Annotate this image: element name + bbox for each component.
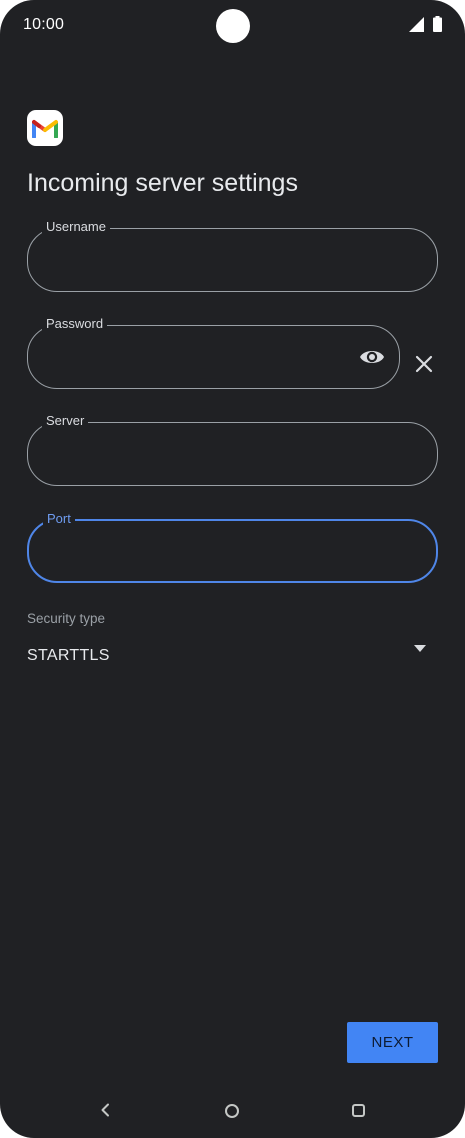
status-bar: 10:00: [0, 0, 465, 52]
page-title: Incoming server settings: [27, 169, 298, 197]
security-type-label: Security type: [27, 611, 106, 626]
port-field[interactable]: Port: [27, 510, 438, 583]
security-type-select[interactable]: STARTTLS: [27, 647, 110, 665]
server-label: Server: [42, 412, 89, 430]
arrow-drop-down-icon[interactable]: [414, 645, 426, 653]
port-label: Port: [43, 510, 75, 528]
battery-icon: [433, 16, 442, 32]
signal-icon: [409, 17, 424, 32]
next-button[interactable]: NEXT: [347, 1022, 438, 1063]
username-field[interactable]: Username: [27, 218, 438, 292]
status-time: 10:00: [23, 16, 65, 33]
camera-cutout: [216, 9, 250, 43]
recents-icon[interactable]: [352, 1104, 365, 1117]
phone-screen: 10:00 Incoming server settings Username …: [0, 0, 465, 1138]
close-icon[interactable]: [414, 354, 434, 374]
username-label: Username: [42, 218, 110, 236]
gmail-logo: [27, 110, 63, 146]
server-field[interactable]: Server: [27, 412, 438, 486]
eye-icon[interactable]: [359, 346, 385, 368]
password-field[interactable]: Password: [27, 315, 400, 389]
home-icon[interactable]: [225, 1104, 239, 1118]
back-icon[interactable]: [99, 1103, 113, 1117]
password-label: Password: [42, 315, 108, 333]
gmail-icon: [32, 120, 58, 138]
